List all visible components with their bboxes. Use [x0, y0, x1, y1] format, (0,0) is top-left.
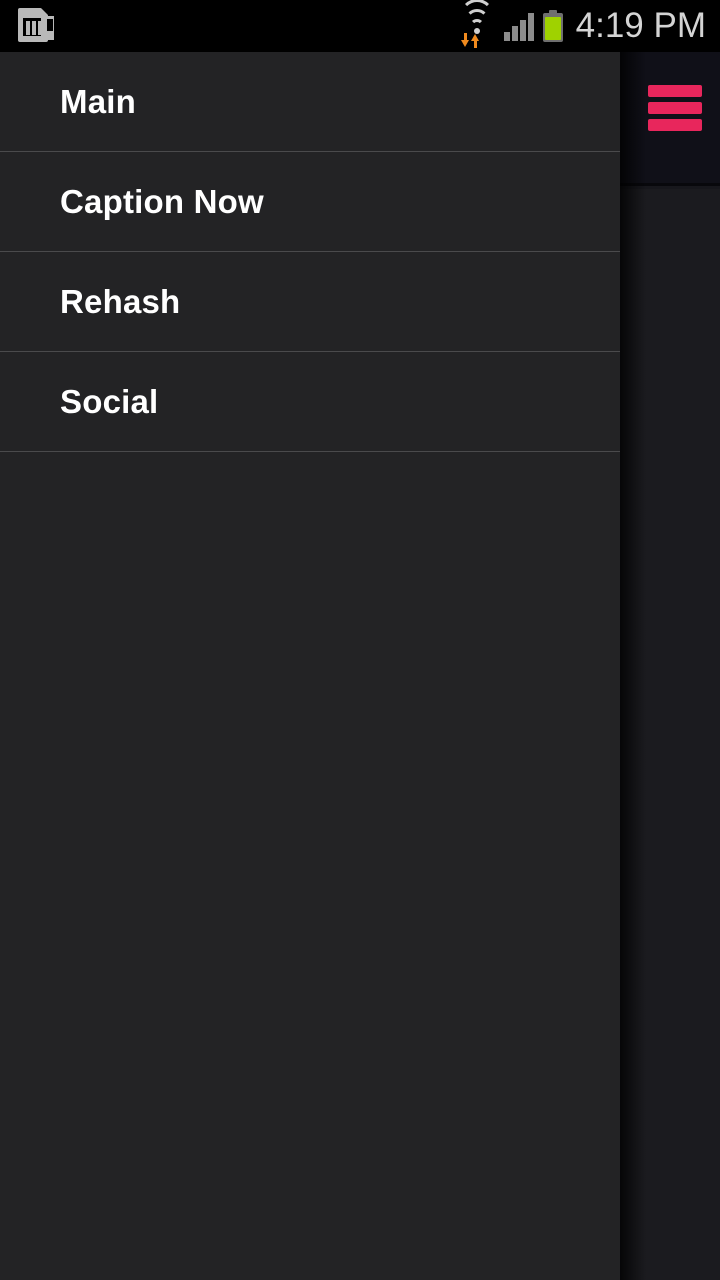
hamburger-menu-icon[interactable]	[648, 85, 702, 131]
drawer-item-rehash[interactable]: Rehash	[0, 252, 620, 352]
data-transfer-arrows-icon	[460, 32, 483, 48]
drawer-item-label: Social	[60, 382, 159, 420]
sim-card-icon	[16, 6, 56, 44]
status-bar: 4:19 PM	[0, 0, 720, 52]
drawer-item-label: Rehash	[60, 282, 181, 320]
status-bar-left-icons	[16, 6, 58, 46]
wifi-icon	[459, 0, 495, 48]
drawer-item-social[interactable]: Social	[0, 352, 620, 452]
status-bar-clock: 4:19 PM	[575, 6, 706, 45]
navigation-drawer: Main Caption Now Rehash Social	[0, 52, 620, 1280]
drawer-item-label: Caption Now	[60, 182, 264, 220]
battery-icon	[542, 10, 563, 42]
drawer-item-label: Main	[60, 82, 136, 120]
phone-screen: GET SOCIAL CAPTION NOW I AM CW THE No Ce…	[0, 0, 720, 1280]
cellular-signal-icon	[503, 11, 534, 41]
drawer-item-caption-now[interactable]: Caption Now	[0, 152, 620, 252]
drawer-item-main[interactable]: Main	[0, 52, 620, 152]
status-bar-right-icons: 4:19 PM	[459, 0, 712, 52]
